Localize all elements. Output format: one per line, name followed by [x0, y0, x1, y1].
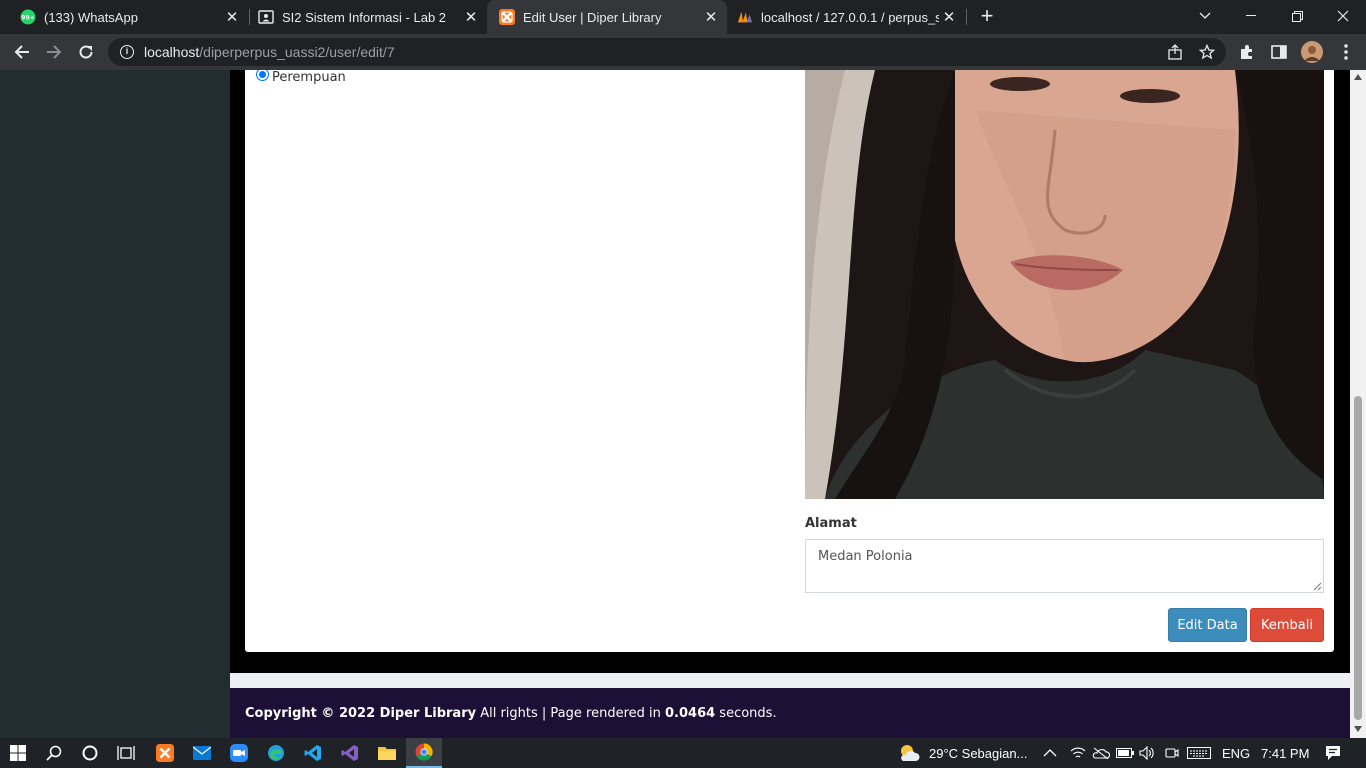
tab-strip: 99+ (133) WhatsApp ✕ SI2 Sistem Informas… [0, 0, 1366, 34]
content-bottom-strip [230, 673, 1350, 688]
meet-now-icon[interactable] [1165, 738, 1179, 768]
windows-start-icon[interactable] [0, 738, 36, 768]
xampp-taskbar-icon[interactable] [147, 738, 183, 768]
tab-search-icon[interactable] [1182, 0, 1228, 32]
weather-widget[interactable]: 29°C Sebagian... [898, 738, 1027, 768]
tray-chevron-icon[interactable] [1043, 738, 1057, 768]
page-scrollbar[interactable] [1350, 70, 1366, 738]
tab-phpmyadmin[interactable]: localhost / 127.0.0.1 / perpus_si2 ✕ [727, 0, 965, 34]
close-tab-icon[interactable]: ✕ [461, 8, 481, 26]
vscode-icon[interactable] [295, 738, 331, 768]
classroom-icon [258, 9, 274, 25]
weather-cloud-sun-icon [901, 745, 920, 761]
chrome-taskbar-icon[interactable] [406, 738, 442, 768]
keyboard-icon[interactable] [1187, 738, 1211, 768]
browser-toolbar: i localhost/diperperpus_uassi2/user/edit… [0, 34, 1366, 70]
alamat-label: Alamat [805, 516, 857, 531]
page-footer: Copyright © 2022 Diper Library All right… [230, 688, 1350, 738]
url-text: localhost/diperperpus_uassi2/user/edit/7 [144, 44, 395, 60]
whatsapp-icon: 99+ [20, 9, 36, 25]
radio-selected-icon[interactable] [256, 70, 269, 81]
edit-data-button[interactable]: Edit Data [1168, 608, 1247, 642]
weather-text: 29°C Sebagian... [929, 745, 1028, 761]
tab-title: localhost / 127.0.0.1 / perpus_si2 [761, 9, 939, 25]
address-bar[interactable]: i localhost/diperperpus_uassi2/user/edit… [108, 38, 1226, 66]
tab-whatsapp[interactable]: 99+ (133) WhatsApp ✕ [0, 0, 248, 34]
side-panel-icon[interactable] [1265, 38, 1293, 66]
site-info-icon[interactable]: i [120, 45, 134, 59]
clock[interactable]: 7:41 PM [1261, 738, 1309, 768]
scroll-up-icon[interactable] [1354, 74, 1362, 80]
xampp-icon [499, 9, 515, 25]
footer-rights: All rights | Page rendered in [476, 705, 665, 721]
cortana-icon[interactable] [72, 738, 108, 768]
mail-icon[interactable] [184, 738, 220, 768]
close-tab-icon[interactable]: ✕ [222, 8, 242, 26]
footer-seconds: seconds. [715, 705, 777, 721]
footer-render-time: 0.0464 [665, 705, 716, 721]
tab-title: (133) WhatsApp [44, 9, 138, 25]
zoom-icon[interactable] [221, 738, 257, 768]
tab-title: Edit User | Diper Library [523, 9, 662, 25]
content-wrapper: Perempuan Alamat Medan Polonia Edit Data… [230, 70, 1350, 688]
scroll-thumb[interactable] [1354, 396, 1362, 720]
tab-edit-user[interactable]: Edit User | Diper Library ✕ [487, 0, 727, 34]
tab-classroom[interactable]: SI2 Sistem Informasi - Lab 2 ✕ [250, 0, 487, 34]
restore-button[interactable] [1274, 0, 1320, 32]
bookmark-star-icon[interactable] [1198, 43, 1216, 63]
search-icon[interactable] [36, 738, 72, 768]
alamat-value: Medan Polonia [818, 549, 913, 564]
page-viewport: Perempuan Alamat Medan Polonia Edit Data… [0, 70, 1350, 738]
new-tab-button[interactable]: + [976, 5, 998, 27]
edit-user-form: Perempuan Alamat Medan Polonia Edit Data… [245, 70, 1334, 652]
visual-studio-icon[interactable] [332, 738, 368, 768]
edge-icon[interactable] [258, 738, 294, 768]
file-explorer-icon[interactable] [369, 738, 405, 768]
task-view-icon[interactable] [108, 738, 144, 768]
user-photo [805, 70, 1324, 499]
volume-icon[interactable] [1139, 738, 1155, 768]
cloud-offline-icon[interactable] [1092, 738, 1110, 768]
phpmyadmin-icon [737, 9, 753, 25]
close-window-button[interactable] [1320, 0, 1366, 32]
url-host: localhost [144, 44, 200, 60]
reload-icon[interactable] [72, 38, 100, 66]
notification-icon[interactable] [1325, 738, 1341, 768]
scroll-down-icon[interactable] [1354, 726, 1362, 732]
share-icon[interactable] [1167, 44, 1183, 63]
back-icon[interactable] [8, 38, 36, 66]
alamat-textarea[interactable]: Medan Polonia [805, 539, 1324, 593]
profile-avatar[interactable] [1298, 38, 1326, 66]
tab-badge: 99+ [21, 15, 34, 22]
gender-radio-perempuan[interactable]: Perempuan [256, 70, 346, 85]
battery-icon[interactable] [1116, 738, 1134, 768]
sidebar [0, 70, 230, 738]
forward-icon[interactable] [40, 38, 68, 66]
minimize-button[interactable] [1228, 0, 1274, 32]
extensions-icon[interactable] [1233, 38, 1261, 66]
wifi-icon[interactable] [1070, 738, 1086, 768]
tab-divider [966, 9, 967, 25]
footer-copyright: Copyright © 2022 Diper Library [245, 705, 477, 721]
tab-title: SI2 Sistem Informasi - Lab 2 [282, 9, 447, 25]
menu-icon[interactable] [1332, 38, 1360, 66]
windows-taskbar: 29°C Sebagian... ENG 7:41 PM [0, 738, 1366, 768]
url-path: /diperperpus_uassi2/user/edit/7 [199, 44, 395, 60]
language-indicator[interactable]: ENG [1222, 738, 1250, 768]
resize-handle-icon[interactable] [1313, 582, 1322, 591]
kembali-button[interactable]: Kembali [1250, 608, 1324, 642]
gender-option-label: Perempuan [272, 70, 346, 85]
close-tab-icon[interactable]: ✕ [939, 8, 959, 26]
close-tab-icon[interactable]: ✕ [701, 8, 721, 26]
